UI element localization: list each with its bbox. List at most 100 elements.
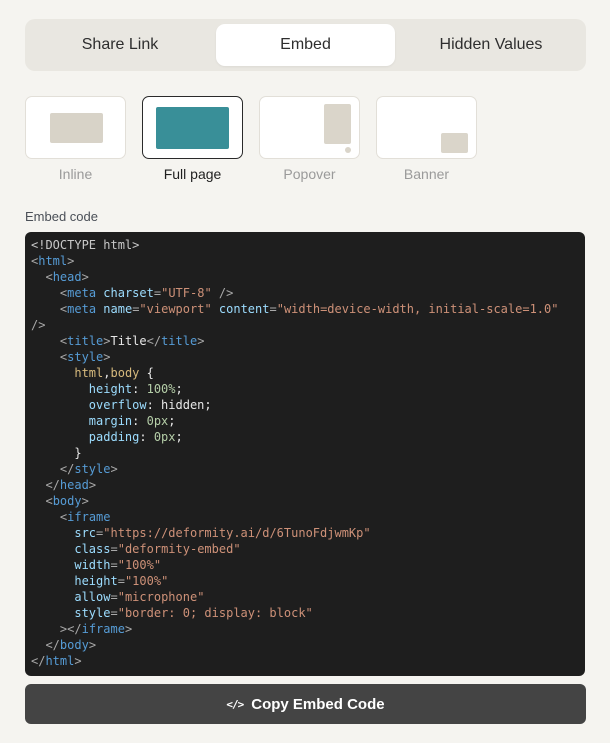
code-line: </html>: [31, 653, 579, 669]
code-line: width="100%": [31, 557, 579, 573]
code-token: ;: [175, 382, 183, 396]
code-token: Title: [110, 334, 147, 348]
code-token: =: [110, 606, 118, 620]
code-token: height: [88, 382, 133, 396]
code-token: <: [45, 494, 53, 508]
code-line: padding: 0px;: [31, 429, 579, 445]
code-line: />: [31, 317, 579, 333]
embed-type-label: Popover: [283, 166, 336, 182]
embed-type-popover-preview: [259, 96, 360, 159]
popover-preview-shape: [324, 104, 351, 144]
code-line: height="100%": [31, 573, 579, 589]
code-token: name: [103, 302, 133, 316]
code-line: html,body {: [31, 365, 579, 381]
code-token: meta: [67, 302, 97, 316]
code-line: <meta name="viewport" content="width=dev…: [31, 301, 579, 317]
code-token: {: [139, 366, 154, 380]
code-line: <head>: [31, 269, 579, 285]
code-token: html: [38, 254, 68, 268]
code-token: >: [103, 350, 111, 364]
code-line: <!DOCTYPE html>: [31, 237, 579, 253]
code-token: </: [59, 462, 75, 476]
code-token: iframe: [81, 622, 125, 636]
code-token: >: [67, 254, 75, 268]
code-token: :: [132, 382, 147, 396]
tab-hidden-values[interactable]: Hidden Values: [401, 24, 581, 66]
code-token: src: [74, 526, 97, 540]
embed-type-full-page-preview: [142, 96, 243, 159]
popover-launcher-dot: [345, 147, 351, 153]
tab-embed[interactable]: Embed: [216, 24, 395, 66]
code-token: "UTF-8": [161, 286, 212, 300]
code-token: "width=device-width, initial-scale=1.0": [276, 302, 559, 316]
code-token: head: [59, 478, 89, 492]
code-token: >: [88, 478, 97, 492]
code-token: style: [74, 606, 111, 620]
code-token: }: [31, 446, 82, 460]
code-token: allow: [74, 590, 111, 604]
code-token: />: [31, 318, 46, 332]
code-token: style: [74, 462, 111, 476]
code-line: <iframe: [31, 509, 579, 525]
code-token: "microphone": [117, 590, 205, 604]
code-token: 0px: [146, 414, 169, 428]
code-token: </: [31, 654, 46, 668]
code-token: "viewport": [139, 302, 212, 316]
code-token: =: [117, 574, 125, 588]
code-token: ></: [59, 622, 82, 636]
copy-embed-code-label: Copy Embed Code: [251, 695, 385, 713]
code-token: ;: [175, 430, 183, 444]
code-token: 100%: [146, 382, 176, 396]
code-token: head: [52, 270, 82, 284]
tab-share-link[interactable]: Share Link: [30, 24, 210, 66]
embed-type-popover[interactable]: Popover: [259, 96, 360, 182]
code-token: height: [74, 574, 118, 588]
code-line: <title>Title</title>: [31, 333, 579, 349]
code-token: body: [52, 494, 82, 508]
code-line: <body>: [31, 493, 579, 509]
code-token: : hidden;: [146, 398, 212, 412]
code-line: overflow: hidden;: [31, 397, 579, 413]
banner-preview-shape: [441, 133, 468, 153]
code-token: iframe: [67, 510, 111, 524]
embed-code-block[interactable]: <!DOCTYPE html> <html> <head> <meta chars…: [25, 232, 585, 676]
code-token: overflow: [88, 398, 147, 412]
code-line: }: [31, 445, 579, 461]
code-token: <: [45, 270, 53, 284]
code-line: allow="microphone": [31, 589, 579, 605]
code-token: >: [124, 622, 133, 636]
embed-type-banner[interactable]: Banner: [376, 96, 477, 182]
code-token: "https://deformity.ai/d/6TunoFdjwmKp": [103, 526, 371, 540]
code-token: =: [269, 302, 277, 316]
code-icon: </>: [226, 697, 244, 711]
code-token: ,: [103, 366, 111, 380]
code-token: "deformity-embed": [117, 542, 241, 556]
code-token: >: [74, 654, 82, 668]
code-line: style="border: 0; display: block": [31, 605, 579, 621]
embed-type-label: Full page: [163, 166, 222, 182]
code-token: >: [81, 494, 89, 508]
copy-embed-code-button[interactable]: </> Copy Embed Code: [25, 684, 586, 724]
embed-type-full-page[interactable]: Full page: [142, 96, 243, 182]
inline-preview-shape: [50, 113, 103, 143]
embed-type-label: Banner: [403, 166, 450, 182]
full-page-preview-shape: [156, 107, 229, 149]
code-token: =: [153, 286, 162, 300]
code-token: body: [110, 366, 140, 380]
code-token: =: [110, 590, 118, 604]
code-line: class="deformity-embed": [31, 541, 579, 557]
embed-type-inline[interactable]: Inline: [25, 96, 126, 182]
